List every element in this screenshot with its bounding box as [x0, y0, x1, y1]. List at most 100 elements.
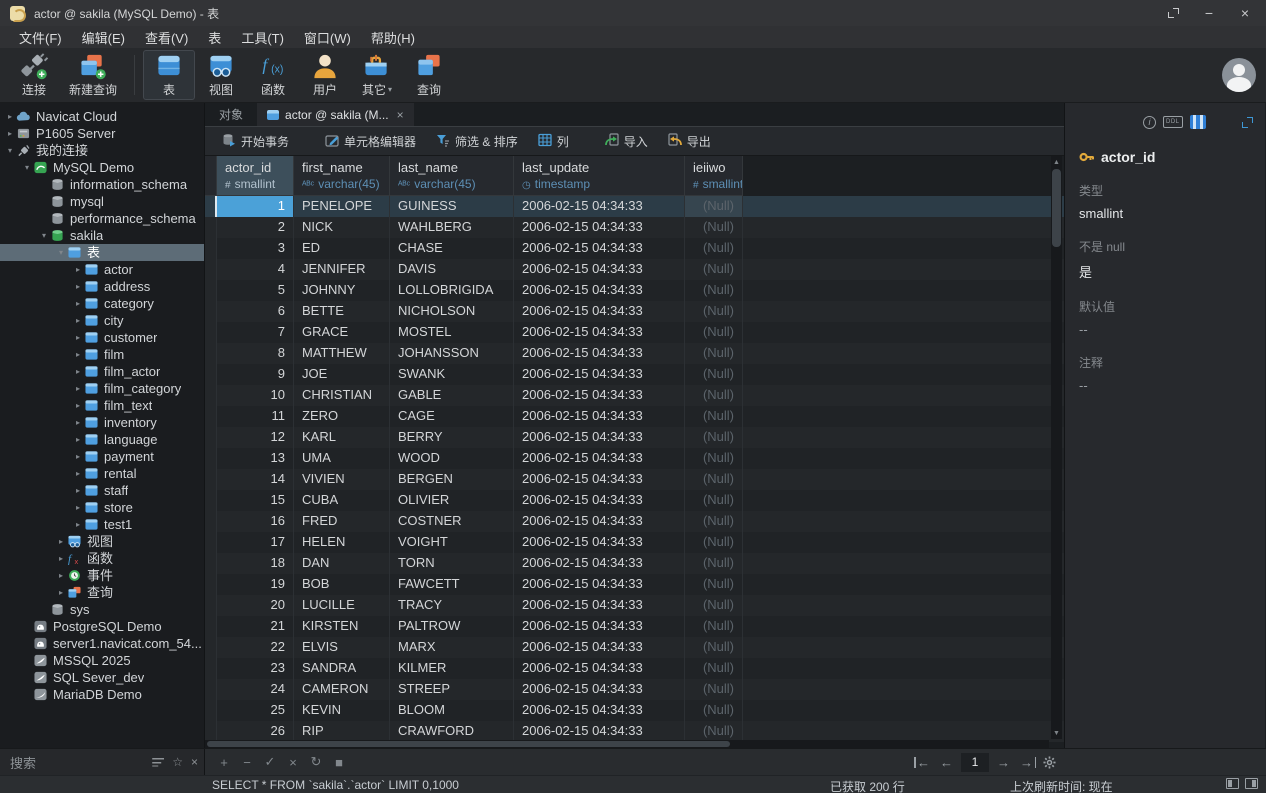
grid-row[interactable]: 22ELVISMARX2006-02-15 04:34:33(Null): [205, 637, 1064, 658]
expand-arrow-icon[interactable]: ▸: [72, 516, 84, 533]
tab-objects[interactable]: 对象: [205, 103, 257, 126]
grid-cell-ieiiwo[interactable]: (Null): [685, 595, 743, 616]
grid-cell-last-name[interactable]: TRACY: [390, 595, 514, 616]
grid-cell-last-update[interactable]: 2006-02-15 04:34:33: [514, 343, 685, 364]
row-selector[interactable]: [205, 343, 217, 364]
grid-cell-ieiiwo[interactable]: (Null): [685, 658, 743, 679]
scrollbar-thumb[interactable]: [207, 741, 730, 747]
previous-page-button[interactable]: ←: [940, 755, 953, 770]
window-restore-button[interactable]: [1158, 2, 1188, 24]
scrollbar-thumb[interactable]: [1052, 169, 1061, 247]
grid-cell-ieiiwo[interactable]: (Null): [685, 322, 743, 343]
tree-item-film-category-16[interactable]: ▸film_category: [0, 380, 204, 397]
grid-cell-last-update[interactable]: 2006-02-15 04:34:33: [514, 721, 685, 742]
grid-cell-ieiiwo[interactable]: (Null): [685, 238, 743, 259]
grid-cell-last-update[interactable]: 2006-02-15 04:34:33: [514, 511, 685, 532]
other-button[interactable]: 其它▾: [351, 50, 403, 100]
grid-cell-first-name[interactable]: ZERO: [294, 406, 390, 427]
grid-cell-last-name[interactable]: WOOD: [390, 448, 514, 469]
grid-cell-first-name[interactable]: NICK: [294, 217, 390, 238]
next-page-button[interactable]: →: [997, 755, 1010, 770]
tree-item-film-14[interactable]: ▸film: [0, 346, 204, 363]
tree-item-item-26[interactable]: ▸fx函数: [0, 550, 204, 567]
grid-cell-actor-id[interactable]: 4: [217, 259, 294, 280]
grid-row[interactable]: 16FREDCOSTNER2006-02-15 04:34:33(Null): [205, 511, 1064, 532]
query-button[interactable]: 查询: [403, 50, 455, 100]
menu-help[interactable]: 帮助(H): [362, 26, 424, 49]
delete-record-button[interactable]: −: [240, 755, 254, 770]
grid-cell-ieiiwo[interactable]: (Null): [685, 721, 743, 742]
tree-item-inventory-18[interactable]: ▸inventory: [0, 414, 204, 431]
grid-cell-last-name[interactable]: STREEP: [390, 679, 514, 700]
expand-arrow-icon[interactable]: ▸: [72, 431, 84, 448]
tree-item-address-10[interactable]: ▸address: [0, 278, 204, 295]
grid-row[interactable]: 17HELENVOIGHT2006-02-15 04:34:33(Null): [205, 532, 1064, 553]
grid-cell-last-update[interactable]: 2006-02-15 04:34:33: [514, 217, 685, 238]
menu-table[interactable]: 表: [199, 26, 230, 49]
grid-row[interactable]: 2NICKWAHLBERG2006-02-15 04:34:33(Null): [205, 217, 1064, 238]
expand-arrow-icon[interactable]: ▸: [55, 550, 67, 567]
scroll-down-icon[interactable]: ▼: [1051, 727, 1062, 739]
grid-row[interactable]: 21KIRSTENPALTROW2006-02-15 04:34:33(Null…: [205, 616, 1064, 637]
grid-cell-actor-id[interactable]: 19: [217, 574, 294, 595]
grid-cell-ieiiwo[interactable]: (Null): [685, 280, 743, 301]
tree-item-item-8[interactable]: ▾表: [0, 244, 204, 261]
grid-cell-last-name[interactable]: KILMER: [390, 658, 514, 679]
grid-cell-last-name[interactable]: JOHANSSON: [390, 343, 514, 364]
row-selector[interactable]: [205, 301, 217, 322]
add-record-button[interactable]: +: [217, 755, 231, 770]
grid-cell-ieiiwo[interactable]: (Null): [685, 679, 743, 700]
grid-cell-actor-id[interactable]: 8: [217, 343, 294, 364]
grid-row[interactable]: 15CUBAOLIVIER2006-02-15 04:34:33(Null): [205, 490, 1064, 511]
grid-row[interactable]: 7GRACEMOSTEL2006-02-15 04:34:33(Null): [205, 322, 1064, 343]
horizontal-scrollbar[interactable]: [205, 740, 1049, 748]
grid-cell-last-name[interactable]: LOLLOBRIGIDA: [390, 280, 514, 301]
row-selector[interactable]: [205, 553, 217, 574]
grid-cell-last-update[interactable]: 2006-02-15 04:34:33: [514, 259, 685, 280]
menu-tools[interactable]: 工具(T): [232, 26, 293, 49]
cell-editor-button[interactable]: 单元格编辑器: [316, 129, 425, 154]
grid-cell-actor-id[interactable]: 22: [217, 637, 294, 658]
tree-item-sakila-7[interactable]: ▾sakila: [0, 227, 204, 244]
grid-cell-last-name[interactable]: FAWCETT: [390, 574, 514, 595]
expand-arrow-icon[interactable]: ▸: [72, 482, 84, 499]
expand-arrow-icon[interactable]: ▸: [72, 397, 84, 414]
grid-cell-last-name[interactable]: GABLE: [390, 385, 514, 406]
row-selector[interactable]: [205, 322, 217, 343]
row-selector[interactable]: [205, 217, 217, 238]
tree-item-sys-29[interactable]: sys: [0, 601, 204, 618]
tree-item-film-text-17[interactable]: ▸film_text: [0, 397, 204, 414]
row-selector[interactable]: [205, 616, 217, 637]
expand-arrow-icon[interactable]: ▸: [72, 261, 84, 278]
grid-cell-first-name[interactable]: CAMERON: [294, 679, 390, 700]
view-button[interactable]: 视图: [195, 50, 247, 100]
grid-cell-last-name[interactable]: NICHOLSON: [390, 301, 514, 322]
tree-item-staff-22[interactable]: ▸staff: [0, 482, 204, 499]
function-button[interactable]: f(x) 函数: [247, 50, 299, 100]
grid-cell-last-update[interactable]: 2006-02-15 04:34:33: [514, 301, 685, 322]
grid-cell-first-name[interactable]: KARL: [294, 427, 390, 448]
row-selector[interactable]: [205, 238, 217, 259]
import-button[interactable]: 导入: [596, 129, 657, 154]
tree-item-mysql-demo-3[interactable]: ▾MySQL Demo: [0, 159, 204, 176]
column-header-last-name[interactable]: last_nameᴬᴮᶜvarchar(45): [390, 156, 514, 196]
grid-row[interactable]: 6BETTENICHOLSON2006-02-15 04:34:33(Null): [205, 301, 1064, 322]
grid-cell-last-name[interactable]: CHASE: [390, 238, 514, 259]
grid-row[interactable]: 19BOBFAWCETT2006-02-15 04:34:33(Null): [205, 574, 1064, 595]
grid-cell-last-name[interactable]: BERGEN: [390, 469, 514, 490]
grid-cell-last-name[interactable]: MARX: [390, 637, 514, 658]
grid-cell-last-name[interactable]: VOIGHT: [390, 532, 514, 553]
grid-cell-last-update[interactable]: 2006-02-15 04:34:33: [514, 574, 685, 595]
grid-row[interactable]: 24CAMERONSTREEP2006-02-15 04:34:33(Null): [205, 679, 1064, 700]
expand-panel-icon[interactable]: [1242, 117, 1253, 128]
grid-cell-actor-id[interactable]: 6: [217, 301, 294, 322]
tree-item-payment-20[interactable]: ▸payment: [0, 448, 204, 465]
grid-cell-last-name[interactable]: BLOOM: [390, 700, 514, 721]
user-button[interactable]: 用户: [299, 50, 351, 100]
grid-cell-last-name[interactable]: CAGE: [390, 406, 514, 427]
toggle-right-pane-icon[interactable]: [1245, 778, 1258, 789]
grid-cell-first-name[interactable]: CHRISTIAN: [294, 385, 390, 406]
collapse-icon[interactable]: ×: [191, 755, 198, 769]
grid-cell-actor-id[interactable]: 26: [217, 721, 294, 742]
grid-row[interactable]: 26RIPCRAWFORD2006-02-15 04:34:33(Null): [205, 721, 1064, 742]
